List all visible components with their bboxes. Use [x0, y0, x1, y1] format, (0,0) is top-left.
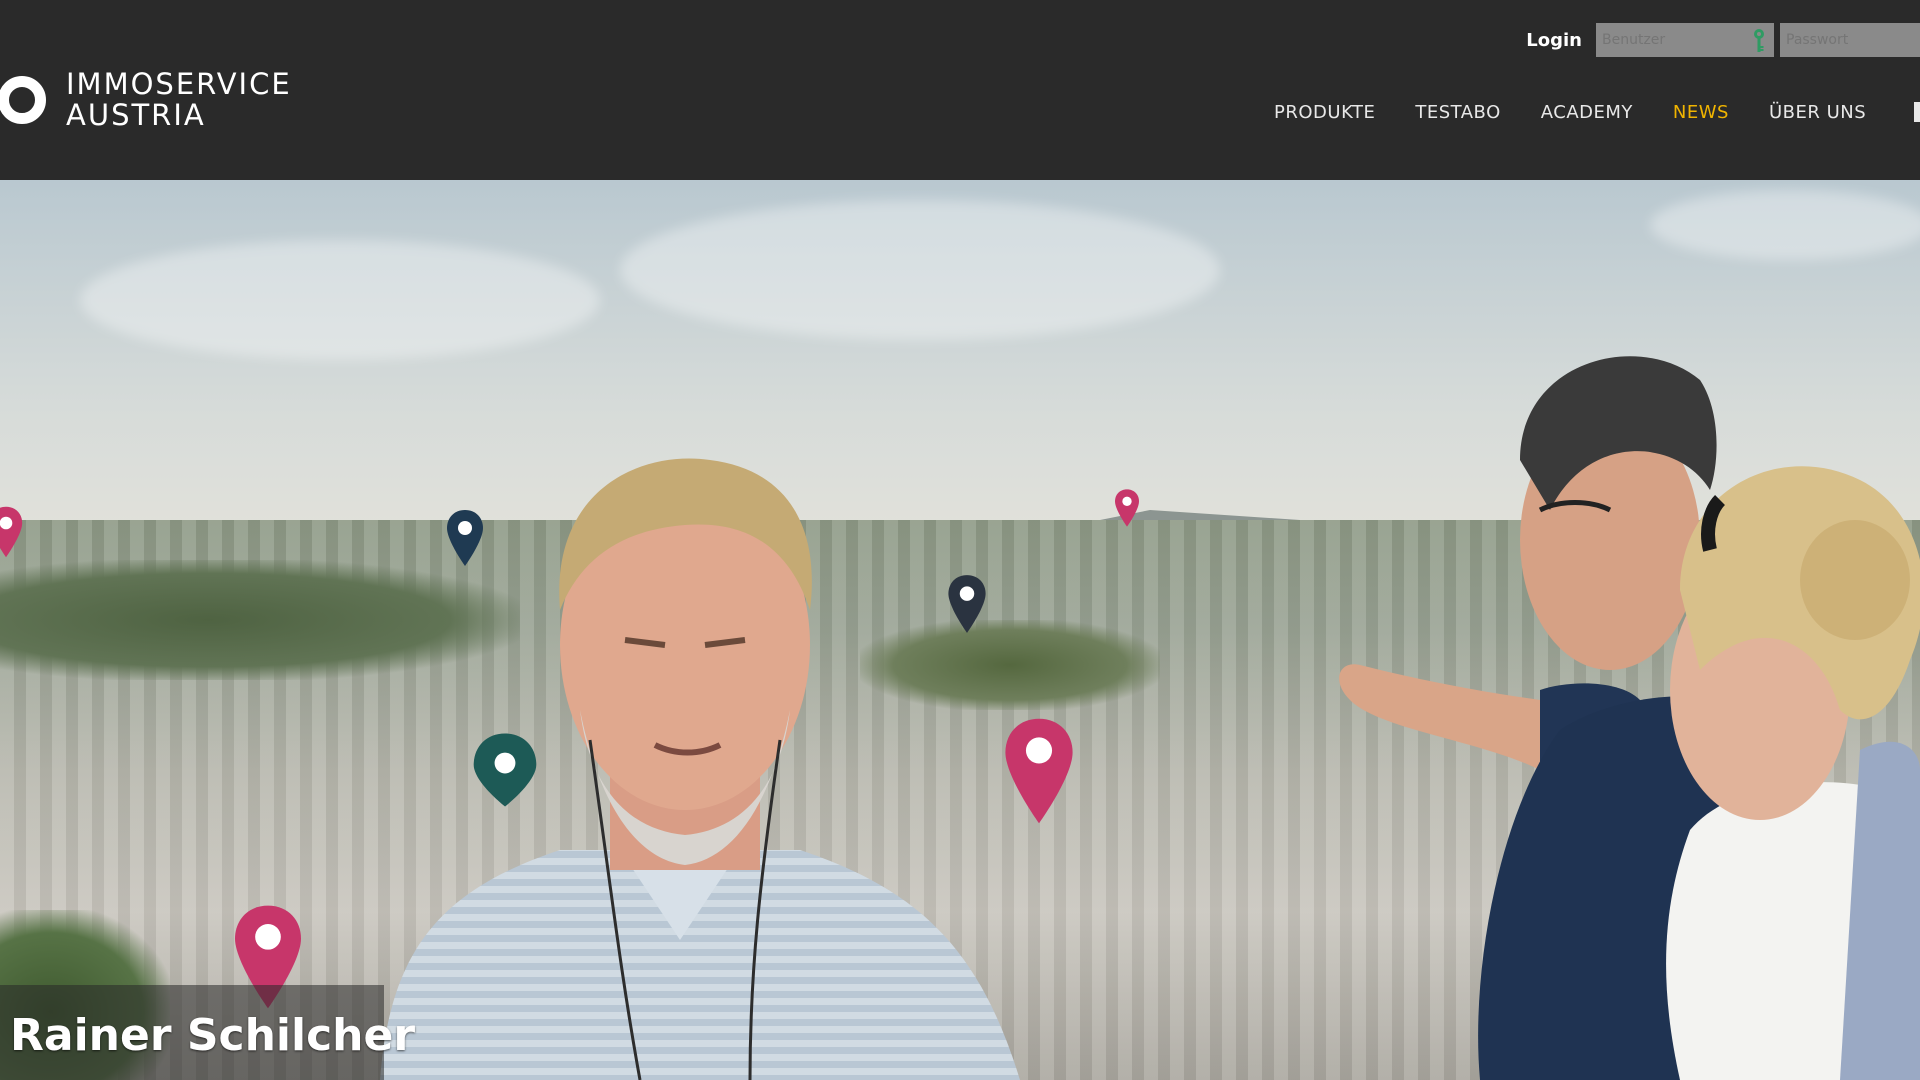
nav-item-produkte[interactable]: PRODUKTE — [1274, 102, 1375, 123]
cloud — [80, 240, 600, 360]
nav-item-academy[interactable]: ACADEMY — [1541, 102, 1633, 123]
participant-name: Rainer Schilcher — [10, 1010, 416, 1061]
nav-item-ueber-uns[interactable]: ÜBER UNS — [1769, 102, 1866, 123]
logo-wordmark: IMMOSERVICE AUSTRIA — [66, 69, 292, 131]
nav-item-testabo[interactable]: TESTABO — [1415, 102, 1500, 123]
login-label[interactable]: Login — [1526, 30, 1582, 51]
couple-pointing-illustration — [1339, 356, 1920, 1080]
site-logo[interactable]: IMMOSERVICE AUSTRIA — [0, 68, 292, 132]
site-header: IMMOSERVICE AUSTRIA Login PRODUKTE TESTA… — [0, 0, 1920, 180]
nav-item-news[interactable]: NEWS — [1673, 102, 1729, 123]
username-input[interactable] — [1596, 23, 1774, 57]
participant-video — [380, 458, 1020, 1080]
login-bar: Login — [1526, 22, 1920, 58]
nav-item-truncated[interactable] — [1914, 102, 1920, 122]
logo-line-1: IMMOSERVICE — [66, 67, 292, 101]
hero-video-scene — [0, 180, 1920, 1080]
logo-line-2: AUSTRIA — [66, 98, 206, 132]
ring-logo-icon — [0, 76, 46, 124]
password-input[interactable] — [1780, 23, 1920, 57]
username-field-wrap — [1596, 23, 1774, 57]
map-pin-icon — [0, 505, 24, 559]
key-icon[interactable] — [1752, 28, 1766, 54]
main-nav: PRODUKTE TESTABO ACADEMY NEWS ÜBER UNS — [1274, 102, 1906, 123]
